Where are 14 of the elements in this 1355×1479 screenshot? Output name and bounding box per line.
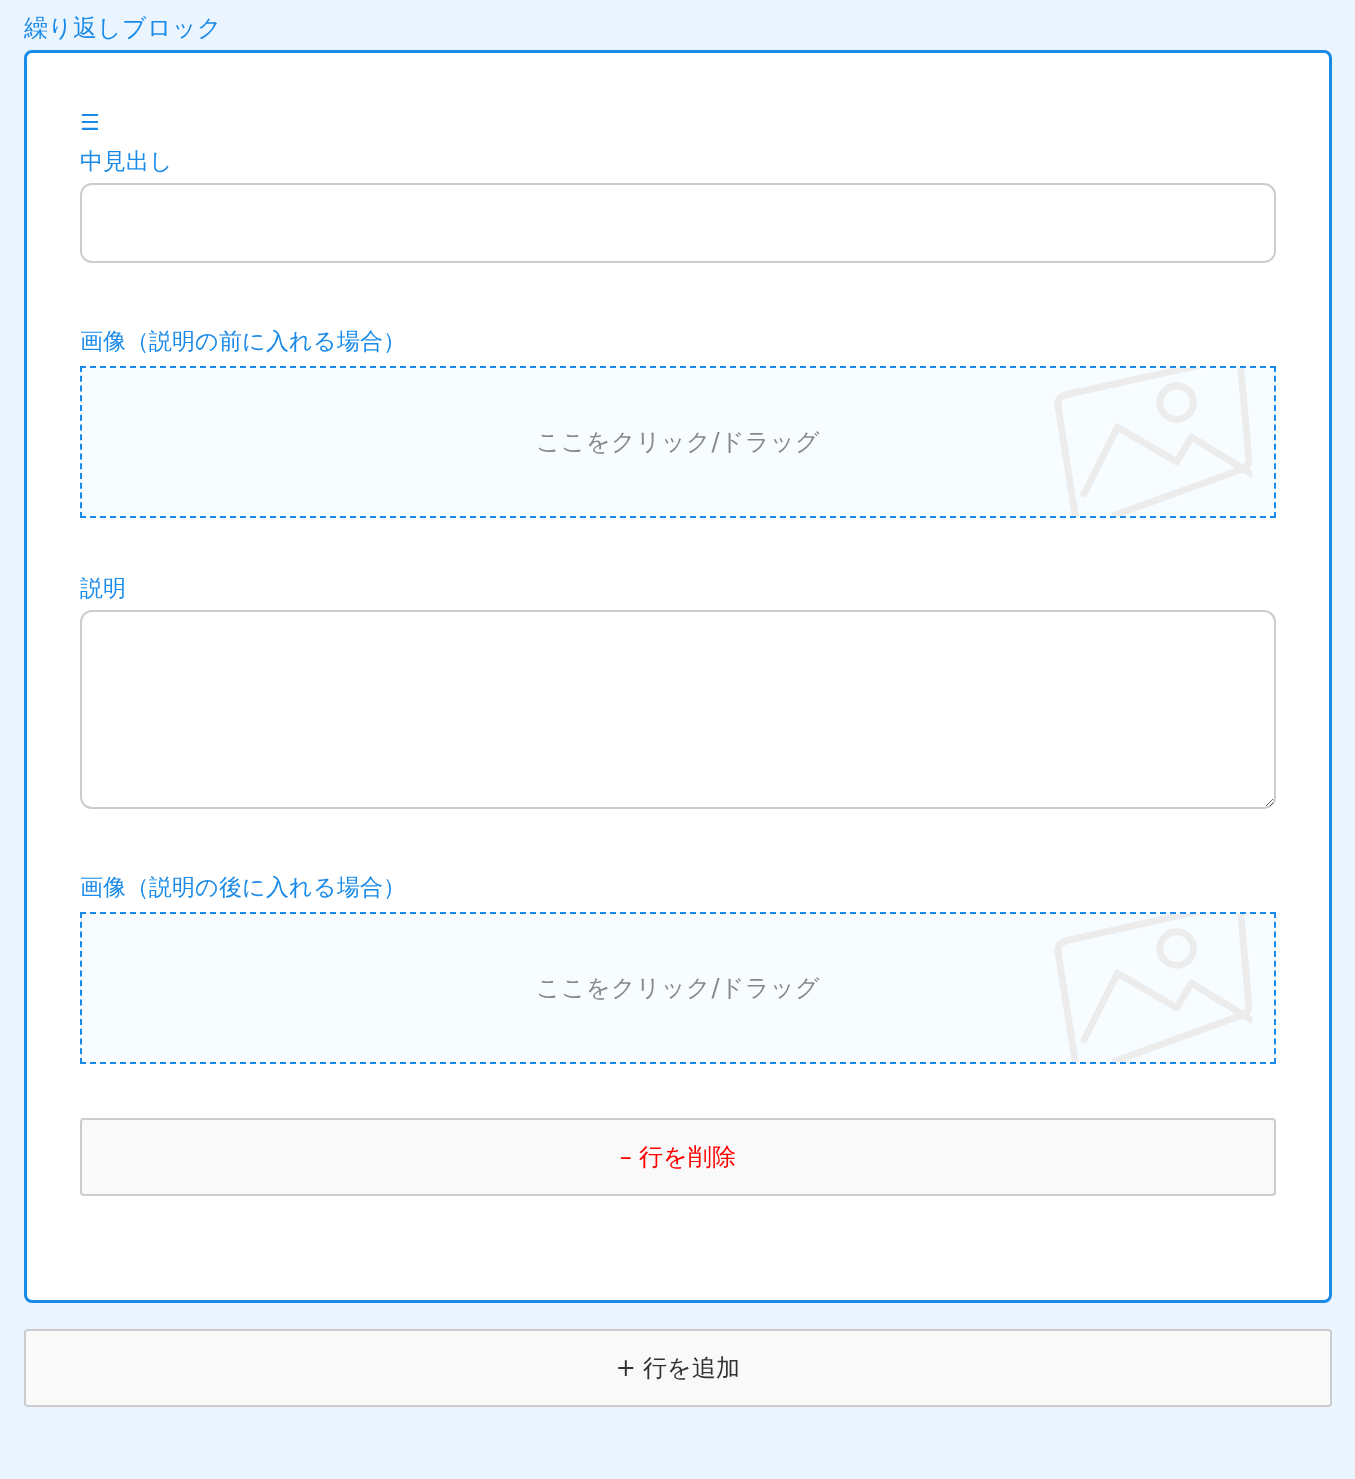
- field-label: 画像（説明の後に入れる場合）: [80, 873, 406, 902]
- field-label: 説明: [80, 574, 126, 603]
- field-label: 中見出し: [80, 147, 173, 176]
- block-title: 繰り返しブロック: [24, 13, 222, 44]
- image-dropzone[interactable]: ここをクリック/ドラッグ: [80, 912, 1276, 1064]
- drag-handle[interactable]: ☰: [80, 109, 100, 137]
- delete-row-button[interactable]: – 行を削除: [80, 1118, 1276, 1196]
- field-label: 画像（説明の前に入れる場合）: [80, 327, 406, 356]
- image-dropzone[interactable]: ここをクリック/ドラッグ: [80, 366, 1276, 518]
- image-icon: [1052, 368, 1252, 516]
- image-icon: [1052, 914, 1252, 1062]
- add-row-button[interactable]: + 行を追加: [24, 1329, 1332, 1407]
- textarea-field[interactable]: [80, 610, 1276, 809]
- input-field[interactable]: [80, 183, 1276, 263]
